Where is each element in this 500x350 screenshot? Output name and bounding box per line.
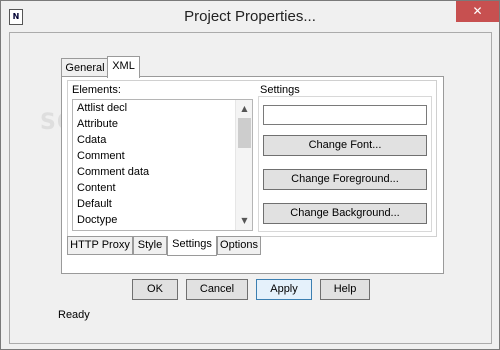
- status-text: Ready: [58, 309, 90, 321]
- list-item[interactable]: Doctype: [77, 212, 117, 228]
- list-item[interactable]: Comment data: [77, 164, 149, 180]
- list-item[interactable]: Cdata: [77, 132, 106, 148]
- title-bar[interactable]: N Project Properties... ✕: [1, 1, 499, 32]
- scroll-thumb[interactable]: [238, 118, 251, 148]
- elements-listbox[interactable]: Attlist decl Attribute Cdata Comment Com…: [72, 99, 253, 231]
- tab-xml[interactable]: XML: [107, 56, 140, 78]
- window-title: Project Properties...: [184, 8, 316, 25]
- list-item[interactable]: Comment: [77, 148, 125, 164]
- settings-label: Settings: [260, 84, 300, 96]
- help-button[interactable]: Help: [320, 279, 370, 300]
- scroll-down-icon[interactable]: ▼: [236, 214, 252, 228]
- change-background-button[interactable]: Change Background...: [263, 203, 427, 224]
- settings-text-field[interactable]: [263, 105, 427, 125]
- settings-subpanel: Elements: Attlist decl Attribute Cdata C…: [67, 80, 437, 237]
- xml-tab-panel: Elements: Attlist decl Attribute Cdata C…: [61, 76, 444, 274]
- scroll-up-icon[interactable]: ▲: [236, 102, 252, 116]
- tab-options[interactable]: Options: [217, 236, 261, 255]
- list-item[interactable]: Attribute: [77, 116, 118, 132]
- close-button[interactable]: ✕: [456, 1, 499, 22]
- project-properties-window: N Project Properties... ✕ SOFTPEDIA Gene…: [0, 0, 500, 350]
- ok-button[interactable]: OK: [132, 279, 178, 300]
- tab-http-proxy[interactable]: HTTP Proxy: [67, 236, 133, 255]
- change-font-button[interactable]: Change Font...: [263, 135, 427, 156]
- list-item[interactable]: Content: [77, 180, 116, 196]
- dialog-body: SOFTPEDIA General XML Elements: Attlist …: [9, 32, 492, 344]
- list-item[interactable]: Attlist decl: [77, 100, 127, 116]
- settings-group: Change Font... Change Foreground... Chan…: [258, 96, 432, 232]
- tab-settings[interactable]: Settings: [167, 236, 217, 256]
- tab-general[interactable]: General: [61, 58, 109, 78]
- apply-button[interactable]: Apply: [256, 279, 312, 300]
- elements-scrollbar[interactable]: ▲ ▼: [235, 100, 252, 230]
- close-icon: ✕: [472, 4, 483, 18]
- tab-style[interactable]: Style: [133, 236, 167, 255]
- list-item[interactable]: Default: [77, 196, 112, 212]
- cancel-button[interactable]: Cancel: [186, 279, 248, 300]
- elements-label: Elements:: [72, 84, 121, 96]
- change-foreground-button[interactable]: Change Foreground...: [263, 169, 427, 190]
